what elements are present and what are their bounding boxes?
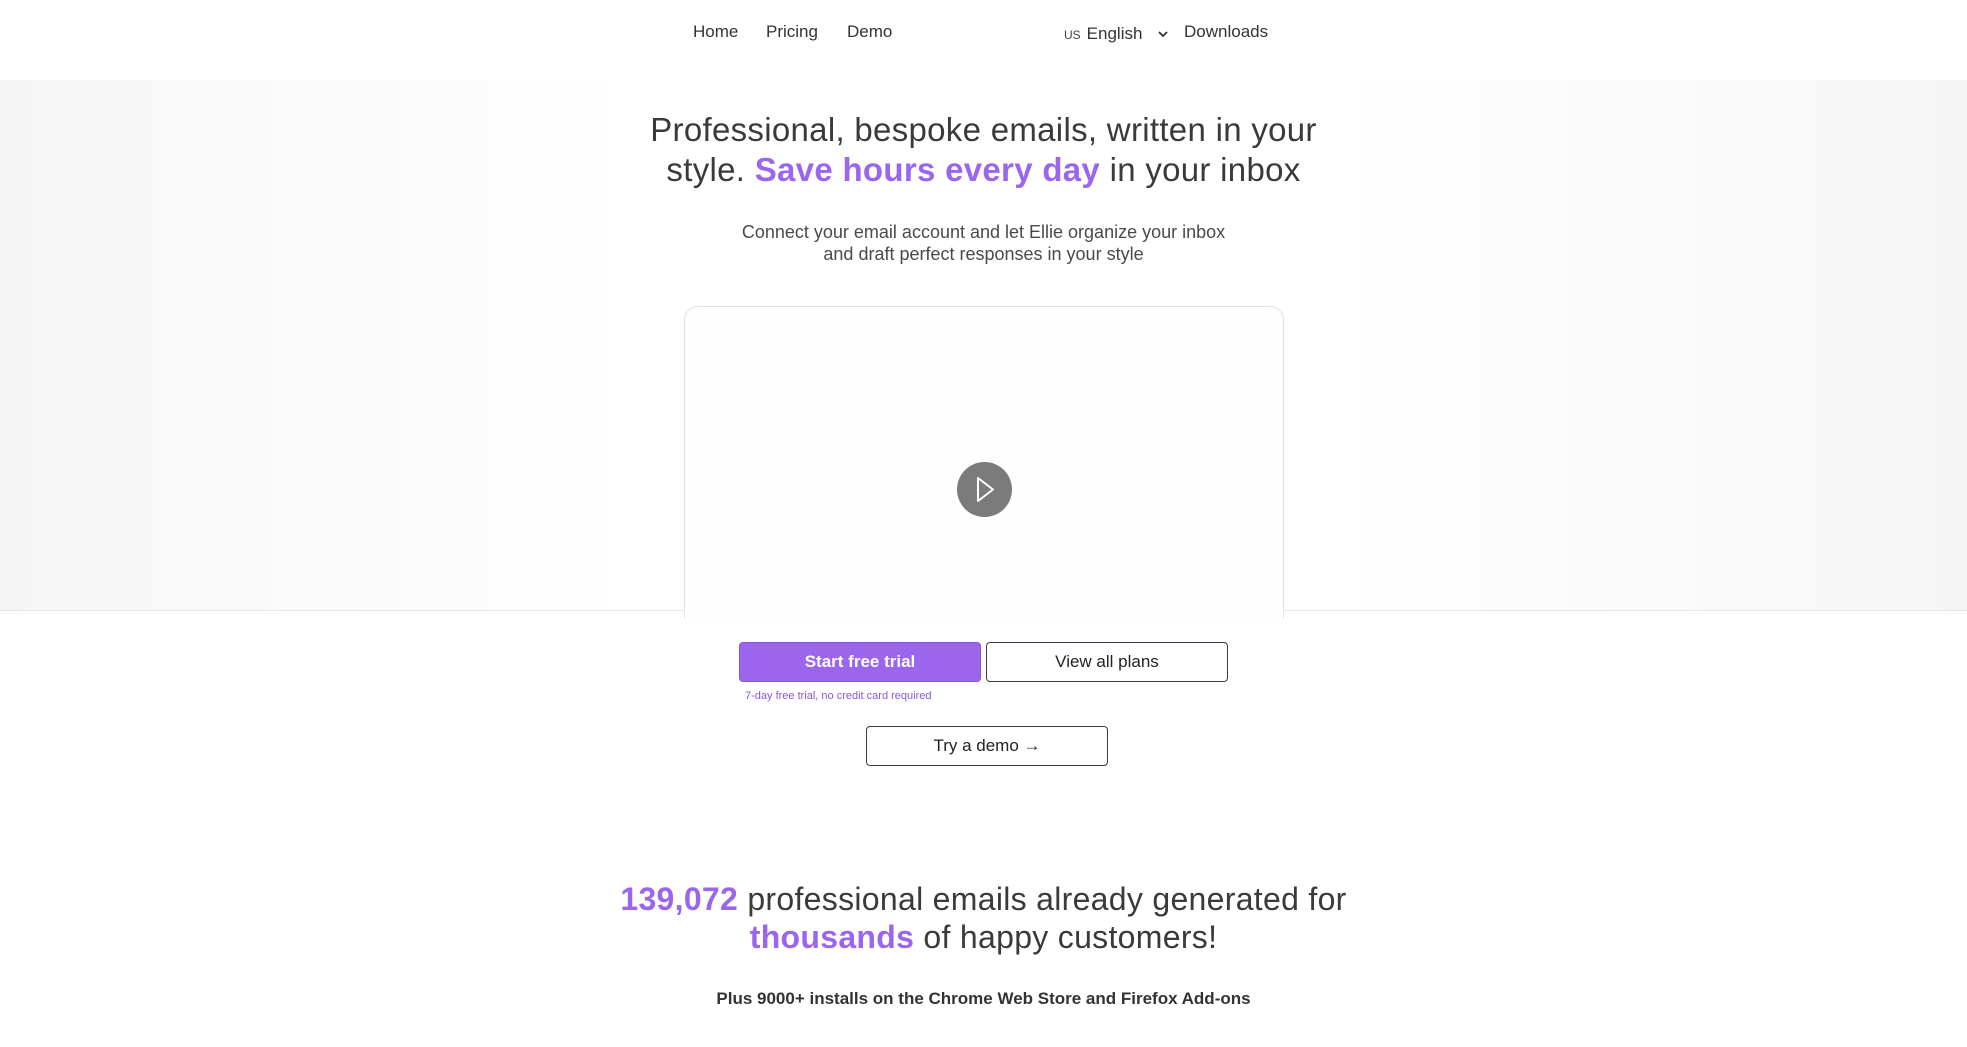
play-button[interactable] (957, 462, 1012, 517)
stats-accent-thousands: thousands (749, 919, 915, 955)
play-icon (977, 477, 994, 502)
language-label: English (1086, 24, 1143, 43)
start-free-trial-button[interactable]: Start free trial (739, 642, 981, 682)
hero-heading-accent: Save hours every day (754, 151, 1101, 188)
hero-heading: Professional, bespoke emails, written in… (0, 110, 1967, 190)
stats-line2-text: of happy customers! (923, 919, 1218, 955)
top-navigation: Home Pricing Demo US English Downloads (0, 0, 1967, 80)
installs-text: Plus 9000+ installs on the Chrome Web St… (716, 989, 1251, 1008)
demo-video-player[interactable] (684, 306, 1284, 619)
hero-heading-inbox: in your inbox (1109, 151, 1301, 188)
emails-count: 139,072 (620, 881, 739, 917)
language-selector[interactable]: US English (1064, 24, 1169, 44)
nav-pricing-link[interactable]: Pricing (766, 22, 818, 42)
stats-line1-text: professional emails already generated fo… (747, 881, 1347, 917)
hero-heading-style: style. (666, 151, 746, 188)
nav-home-link[interactable]: Home (693, 22, 738, 42)
try-demo-button[interactable]: Try a demo → (866, 726, 1108, 766)
us-flag-icon: US (1064, 28, 1081, 42)
hero-heading-line1: Professional, bespoke emails, written in… (650, 111, 1317, 148)
nav-demo-link[interactable]: Demo (847, 22, 892, 42)
chevron-down-icon (1158, 26, 1169, 41)
view-all-plans-button[interactable]: View all plans (986, 642, 1228, 682)
hero-subtitle-line1: Connect your email account and let Ellie… (741, 222, 1226, 242)
hero-subtitle-line2: and draft perfect responses in your styl… (823, 244, 1144, 264)
hero-subtitle: Connect your email account and let Ellie… (0, 221, 1967, 265)
nav-downloads-link[interactable]: Downloads (1184, 22, 1268, 42)
trial-note: 7-day free trial, no credit card require… (745, 690, 932, 702)
stats-heading: 139,072 professional emails already gene… (0, 880, 1967, 956)
